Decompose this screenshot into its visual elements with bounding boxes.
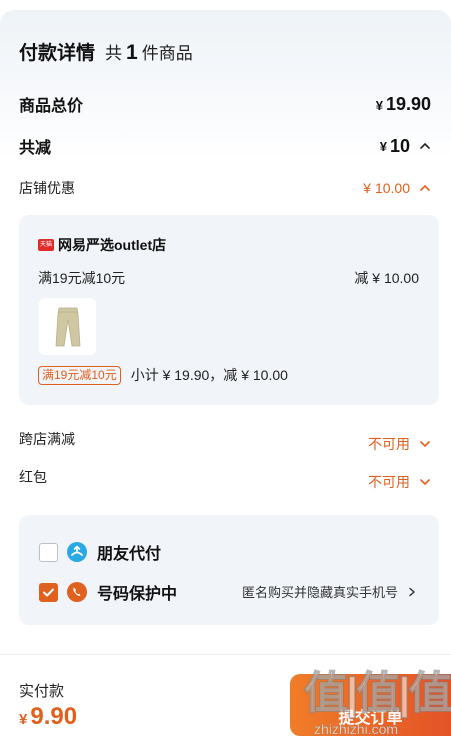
number-protect-desc: 匿名购买并隐藏真实手机号 bbox=[241, 585, 398, 600]
friend-pay-option[interactable]: 朋友代付 bbox=[39, 540, 161, 564]
actual-payment-yen: ¥ bbox=[19, 711, 28, 728]
page-title: 付款详情 bbox=[19, 43, 96, 64]
store-name[interactable]: 网易严选outlet店 bbox=[58, 235, 166, 255]
promo-tag: 满19元减10元 bbox=[38, 365, 121, 385]
product-thumbnail[interactable] bbox=[39, 298, 96, 355]
total-reduction-value: ¥10 bbox=[380, 136, 432, 157]
friend-pay-icon bbox=[67, 542, 87, 562]
goods-total-label: 商品总价 bbox=[19, 98, 84, 115]
pay-options-card: 朋友代付 号码保护中 匿名购买并隐藏真实手机号 bbox=[19, 515, 439, 625]
store-name-line: 天猫 网易严选outlet店 bbox=[38, 235, 166, 255]
footer-divider bbox=[0, 654, 451, 655]
goods-total-number: 19.90 bbox=[385, 93, 431, 114]
item-count-prefix: 共 bbox=[105, 44, 123, 63]
store-discount-value: ¥ 10.00 bbox=[363, 180, 432, 196]
promo-reduce-amount: 减 ¥ 10.00 bbox=[354, 270, 419, 286]
cross-store-discount-row[interactable]: 跨店满减 不可用 bbox=[19, 423, 432, 454]
store-discount-amount: ¥ 10.00 bbox=[363, 180, 410, 196]
goods-total-value: ¥19.90 bbox=[376, 94, 431, 115]
actual-payment-label: 实付款 bbox=[19, 683, 65, 700]
promo-line: 满19元减10元 减 ¥ 10.00 bbox=[38, 268, 419, 288]
check-icon bbox=[43, 588, 54, 596]
tmall-badge-icon: 天猫 bbox=[38, 239, 54, 251]
number-protect-option[interactable]: 号码保护中 bbox=[39, 580, 177, 604]
chevron-right-icon bbox=[409, 587, 416, 596]
store-subtotal: 小计 ¥ 19.90，减 ¥ 10.00 bbox=[130, 367, 288, 383]
store-discount-label: 店铺优惠 bbox=[19, 180, 75, 196]
red-packet-status: 不可用 bbox=[368, 474, 410, 490]
actual-payment-number: 9.90 bbox=[30, 703, 78, 730]
friend-pay-checkbox[interactable] bbox=[39, 542, 58, 562]
red-packet-label: 红包 bbox=[19, 469, 47, 485]
promo-tag-line: 满19元减10元 小计 ¥ 19.90，减 ¥ 10.00 bbox=[38, 365, 288, 385]
phone-shield-icon bbox=[67, 582, 87, 602]
pants-icon bbox=[55, 307, 80, 346]
total-reduction-number: 10 bbox=[389, 135, 410, 156]
item-count: 1 bbox=[126, 41, 138, 64]
friend-pay-label: 朋友代付 bbox=[97, 546, 162, 563]
submit-order-button[interactable]: 提交订单 bbox=[290, 674, 451, 736]
total-reduction-label: 共减 bbox=[19, 140, 52, 157]
goods-total-row: 商品总价 ¥19.90 bbox=[19, 92, 432, 116]
number-protect-label: 号码保护中 bbox=[97, 586, 178, 603]
chevron-down-icon[interactable] bbox=[418, 475, 432, 489]
chevron-up-icon[interactable] bbox=[418, 181, 432, 195]
store-discount-card: 天猫 网易严选outlet店 满19元减10元 减 ¥ 10.00 满19元减1… bbox=[19, 215, 439, 405]
cross-store-value: 不可用 bbox=[368, 434, 432, 454]
total-reduction-yen: ¥ bbox=[379, 138, 387, 154]
payment-details-header: 付款详情 共 1 件商品 bbox=[19, 38, 193, 65]
promo-rule: 满19元减10元 bbox=[38, 270, 126, 286]
actual-payment-amount: ¥9.90 bbox=[19, 703, 77, 731]
item-count-unit: 件商品 bbox=[141, 44, 193, 63]
number-protect-checkbox[interactable] bbox=[39, 582, 58, 602]
goods-total-yen: ¥ bbox=[375, 97, 383, 113]
store-discount-row[interactable]: 店铺优惠 ¥ 10.00 bbox=[19, 178, 432, 198]
cross-store-status: 不可用 bbox=[368, 436, 410, 452]
total-reduction-row[interactable]: 共减 ¥10 bbox=[19, 134, 432, 158]
red-packet-value: 不可用 bbox=[368, 472, 432, 492]
number-protect-detail-link[interactable]: 匿名购买并隐藏真实手机号 bbox=[242, 582, 417, 601]
chevron-up-icon[interactable] bbox=[418, 139, 432, 153]
red-packet-row[interactable]: 红包 不可用 bbox=[19, 462, 432, 492]
cross-store-label: 跨店满减 bbox=[19, 430, 75, 447]
chevron-down-icon[interactable] bbox=[418, 437, 432, 451]
